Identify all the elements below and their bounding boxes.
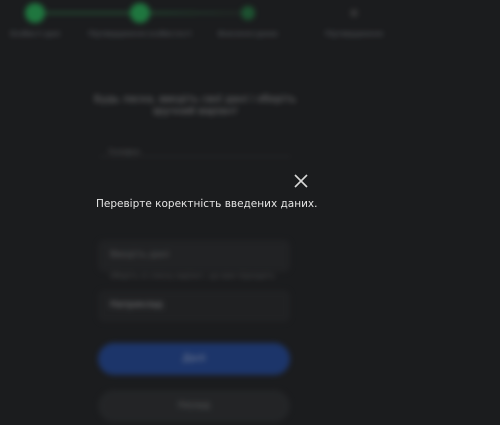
form-prompt: Будь ласка, введіть свої дані і оберіть … <box>93 94 297 117</box>
option-select[interactable]: Наприклад <box>98 290 290 322</box>
close-button[interactable] <box>292 172 310 190</box>
step-2-indicator <box>130 3 150 23</box>
step-1-indicator <box>25 3 45 23</box>
step-4-indicator <box>350 9 358 17</box>
stepper-progress-line <box>35 12 140 14</box>
step-2-label: Підтвердження особистості <box>88 30 192 38</box>
step-4-label: Підтвердження <box>325 30 383 38</box>
stepper-progress-line-partial <box>140 12 248 14</box>
step-1-label: Особисті дані <box>9 30 61 38</box>
phone-field[interactable]: Телефон <box>100 148 290 157</box>
close-icon <box>294 174 308 188</box>
step-3-label: Внесення даних <box>218 30 278 38</box>
next-button[interactable]: Далі <box>98 343 290 375</box>
validation-modal <box>90 165 320 225</box>
select-hint: Оберіть зі списку варіант, що вам підход… <box>110 272 275 280</box>
modal-message: Перевірте коректність введених даних. <box>96 198 318 210</box>
back-button[interactable]: Назад <box>98 390 290 422</box>
data-input[interactable]: Введіть дані <box>98 240 290 272</box>
step-3-indicator <box>241 6 255 20</box>
